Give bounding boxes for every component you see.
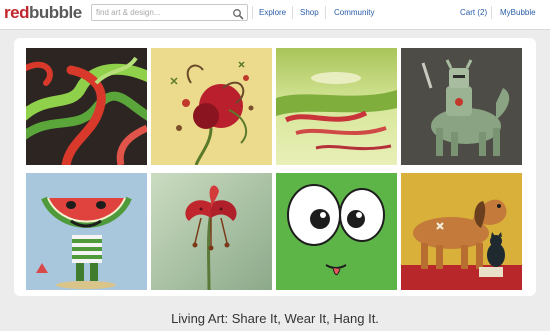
nav-explore-link[interactable]: Explore <box>259 8 286 18</box>
logo-red-text: red <box>4 3 29 22</box>
top-header: redbubble Explore Shop Community Cart (2… <box>0 0 550 30</box>
hero-gallery-card <box>14 38 536 296</box>
watermelon-landscape-artwork <box>276 48 397 165</box>
artwork-tile-dog-cat[interactable] <box>401 173 522 290</box>
mybubble-link[interactable]: MyBubble <box>500 8 536 18</box>
artwork-tile-tentacles[interactable] <box>26 48 147 165</box>
logo-bubble-text: bubble <box>28 3 82 22</box>
nav-divider <box>252 6 253 19</box>
search-icon[interactable] <box>232 7 244 20</box>
search-box <box>91 4 248 21</box>
artwork-tile-landscape[interactable] <box>276 48 397 165</box>
search-input[interactable] <box>92 5 227 20</box>
artwork-tile-watermelon-head[interactable] <box>26 173 147 290</box>
redbubble-logo[interactable]: redbubble <box>4 3 82 23</box>
nav-divider <box>292 6 293 19</box>
dog-and-cat-artwork <box>401 173 522 290</box>
artwork-tile-lily[interactable] <box>151 173 272 290</box>
artwork-tile-knight[interactable] <box>401 48 522 165</box>
artwork-grid <box>26 48 523 290</box>
green-red-tentacles-artwork <box>26 48 147 165</box>
watermelon-head-character-artwork <box>26 173 147 290</box>
nav-divider <box>491 6 492 19</box>
artwork-tile-floral[interactable] <box>151 48 272 165</box>
googly-eyes-face-artwork <box>276 173 397 290</box>
tagline: Living Art: Share It, Wear It, Hang It. <box>171 311 379 326</box>
red-lily-flower-artwork <box>151 173 272 290</box>
red-floral-swirl-artwork <box>151 48 272 165</box>
nav-shop-link[interactable]: Shop <box>300 8 319 18</box>
nav-divider <box>325 6 326 19</box>
artwork-tile-googly-eyes[interactable] <box>276 173 397 290</box>
cart-link[interactable]: Cart (2) <box>460 8 487 18</box>
nav-community-link[interactable]: Community <box>334 8 374 18</box>
robot-knight-horse-artwork <box>401 48 522 165</box>
